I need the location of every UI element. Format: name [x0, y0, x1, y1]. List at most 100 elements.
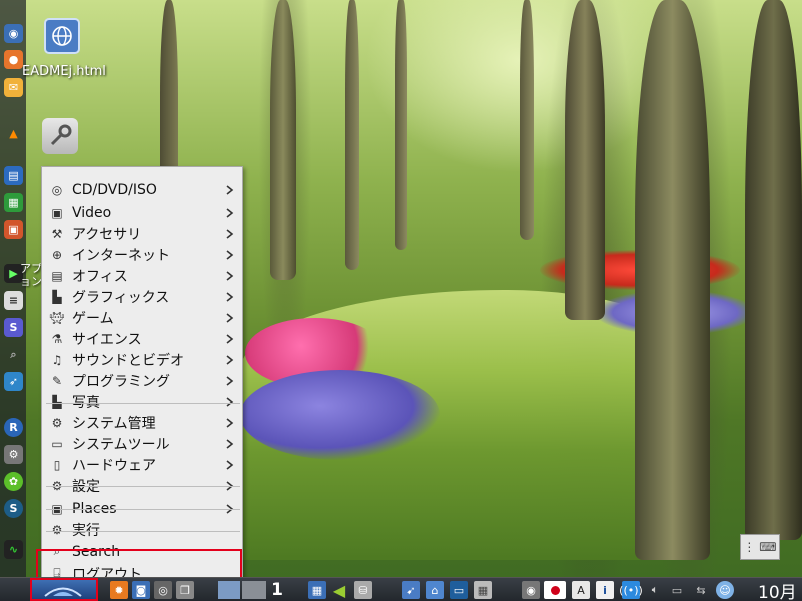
home-folder-icon[interactable]: ⌂ — [426, 581, 444, 599]
menu-item-label: 実行 — [72, 522, 100, 539]
volume-icon[interactable]: 🔈︎ — [646, 581, 664, 599]
menu-item-label: CD/DVD/ISO — [72, 181, 157, 198]
japan-flag-icon[interactable] — [544, 581, 566, 599]
code-icon: ✎ — [51, 373, 63, 388]
writer-icon[interactable]: ▤ — [4, 166, 23, 185]
screenshot-icon[interactable]: ◎ — [154, 581, 172, 599]
impress-icon[interactable]: ▣ — [4, 220, 23, 239]
menu-item-label: システムツール — [72, 436, 170, 453]
calc-icon[interactable]: ▦ — [4, 193, 23, 212]
chevron-right-icon — [224, 270, 236, 282]
chevron-right-icon — [224, 354, 236, 366]
display-icon[interactable]: ▭ — [450, 581, 468, 599]
bird-icon[interactable]: ➶ — [4, 372, 23, 391]
menu-item-label: ゲーム — [72, 310, 114, 327]
info-icon[interactable]: i — [596, 581, 614, 599]
chevron-right-icon — [224, 207, 236, 219]
menu-item-label: 写真 — [72, 394, 100, 411]
menu-item-acc[interactable]: ⚒ アクセサリ — [46, 223, 240, 244]
app-orange-icon[interactable]: ✹ — [110, 581, 128, 599]
menu-item-graphics[interactable]: ▙ グラフィックス — [46, 286, 240, 307]
back-arrow-icon[interactable]: ◀ — [330, 581, 348, 600]
keyboard-widget[interactable]: ⋮ ⌨ — [740, 534, 780, 560]
phone-icon: ▯ — [53, 457, 61, 472]
user-tray-icon[interactable]: ☺ — [716, 581, 734, 599]
menu-item-label: プログラミング — [72, 373, 170, 390]
start-menu: ◎ CD/DVD/ISO ▣ Video ⚒ アクセサリ ⊕ インターネット ▤ オフィス ▙ グラフ… — [41, 166, 243, 583]
workspace-number: 1 — [271, 580, 283, 600]
html-file-icon[interactable] — [44, 18, 80, 54]
mail-icon[interactable]: ✉ — [4, 78, 23, 97]
chevron-right-icon — [224, 438, 236, 450]
camera-tray-icon[interactable]: ◉ — [522, 581, 540, 599]
notes-icon[interactable]: ≡ — [4, 291, 23, 310]
chevron-right-icon — [224, 312, 236, 324]
app-s-icon[interactable]: S — [4, 318, 23, 337]
html-file-label[interactable]: EADMEj.html — [22, 64, 106, 79]
menu-item-label: アクセサリ — [72, 226, 142, 243]
menu-item-hardware[interactable]: ▯ ハードウェア — [46, 454, 240, 475]
menu-separator — [46, 486, 240, 487]
menu-item-sound[interactable]: ♫ サウンドとビデオ — [46, 349, 240, 370]
browser-icon[interactable]: ◉ — [4, 24, 23, 43]
windows-icon[interactable]: ❐ — [176, 581, 194, 599]
app-blue-camera-icon[interactable]: ◙ — [132, 581, 150, 599]
disc-icon: ◎ — [51, 182, 63, 197]
workspace-2[interactable] — [242, 581, 266, 599]
menu-item-game[interactable]: 👾︎ ゲーム — [46, 307, 240, 328]
menu-item-label: オフィス — [72, 268, 128, 285]
menu-item-label: Video — [72, 204, 112, 221]
firefox-icon[interactable]: ● — [4, 50, 23, 69]
partial-desktop-label[interactable]: アプ ョン — [20, 262, 42, 288]
left-dock: ◉ ● ✉ ▲ ▤ ▦ ▣ ▶ ≡ S ⌕ ➶ R ⚙ ✿ S ∿ — [0, 0, 26, 577]
r-language-icon[interactable]: R — [4, 418, 23, 437]
alien-icon: 👾︎ — [49, 310, 65, 325]
menu-item-run[interactable]: ⚙ 実行 — [46, 519, 240, 540]
green-app-icon[interactable]: ✿ — [4, 472, 23, 491]
menu-item-sysadmin[interactable]: ⚙ システム管理 — [46, 412, 240, 433]
s-logo-icon[interactable]: S — [4, 499, 23, 518]
menu-item-systools[interactable]: ▭ システムツール — [46, 433, 240, 454]
sound-video-icon: ♫ — [51, 352, 63, 367]
chevron-right-icon — [224, 417, 236, 429]
menu-item-label: サウンドとビデオ — [72, 352, 184, 369]
chevron-right-icon — [224, 184, 236, 196]
chevron-right-icon — [224, 249, 236, 261]
menu-item-office[interactable]: ▤ オフィス — [46, 265, 240, 286]
plug-icon[interactable]: ⇆ — [692, 581, 710, 599]
network-icon[interactable]: ▦ — [308, 581, 326, 599]
settings-tool-icon[interactable] — [42, 118, 78, 154]
input-method-icon[interactable]: A — [572, 581, 590, 599]
menu-item-net[interactable]: ⊕ インターネット — [46, 244, 240, 265]
vlc-icon[interactable]: ▲ — [4, 124, 23, 143]
workspace-1[interactable] — [218, 581, 240, 599]
taskbar: ✹ ◙ ◎ ❐ 1 ▦ ◀ ⛁ ➹ ⌂ ▭ ▦ ◉ A i ((•)) 🔈︎ ▭… — [0, 577, 802, 601]
flask-icon: ⚗ — [51, 331, 63, 346]
document-icon: ▤ — [51, 268, 63, 283]
system-monitor-icon[interactable]: ∿ — [4, 540, 23, 559]
gear-dock-icon[interactable]: ⚙ — [4, 445, 23, 464]
tree-trunk — [345, 0, 359, 270]
wireless-icon[interactable]: ((•)) — [619, 581, 643, 599]
tree-trunk — [635, 0, 710, 560]
drive-icon[interactable]: ⛁ — [354, 581, 372, 599]
menu-separator — [46, 531, 240, 532]
start-button-highlight-box — [30, 578, 98, 601]
grid-icon[interactable]: ▦ — [474, 581, 492, 599]
cursor-icon[interactable]: ➹ — [402, 581, 420, 599]
tree-trunk — [270, 0, 296, 280]
magnifier-icon[interactable]: ⌕ — [4, 345, 23, 364]
film-icon: ▣ — [51, 205, 63, 220]
menu-item-video[interactable]: ▣ Video — [46, 202, 240, 223]
clock[interactable]: 10月 — [758, 581, 802, 601]
menu-item-label: ハードウェア — [72, 457, 156, 474]
menu-item-photo[interactable]: ▙ 写真 — [46, 391, 240, 412]
globe-icon: ⊕ — [51, 247, 63, 262]
battery-icon[interactable]: ▭ — [668, 581, 686, 599]
chevron-right-icon — [224, 375, 236, 387]
menu-item-prog[interactable]: ✎ プログラミング — [46, 370, 240, 391]
menu-item-science[interactable]: ⚗ サイエンス — [46, 328, 240, 349]
wallpaper-bluebells — [240, 370, 440, 460]
menu-item-cd[interactable]: ◎ CD/DVD/ISO — [46, 179, 240, 200]
chart-icon: ▙ — [52, 289, 62, 304]
